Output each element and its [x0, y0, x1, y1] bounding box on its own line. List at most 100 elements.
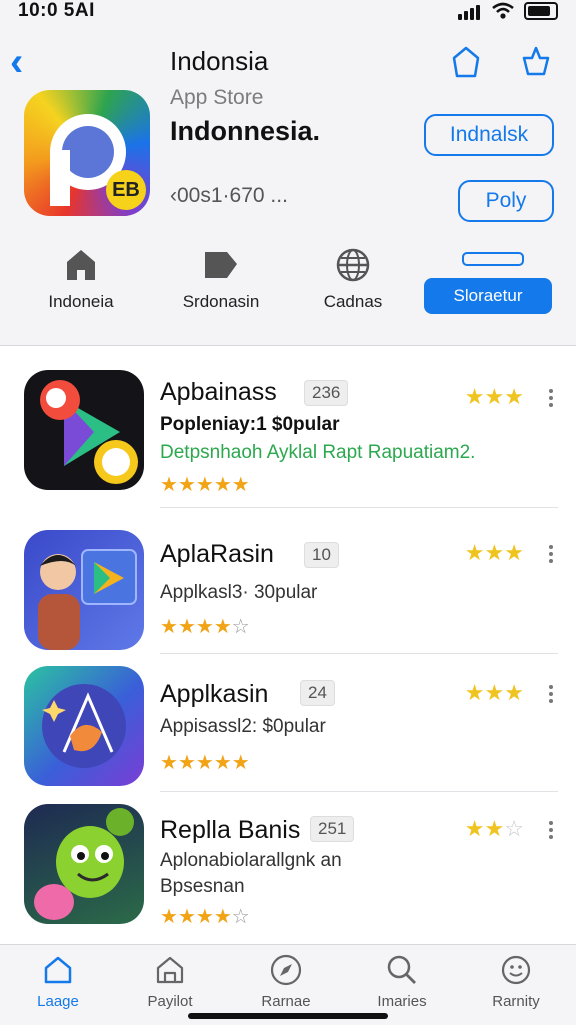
app-row-name: Apbainass — [160, 378, 277, 406]
back-chevron-icon[interactable]: ‹ — [10, 42, 23, 82]
star-icon: ★ — [160, 906, 178, 928]
header-divider — [0, 345, 576, 346]
star-icon: ★ — [484, 384, 505, 409]
star-icon: ★ — [504, 540, 524, 565]
app-row-line2: Bpsesnan — [160, 876, 245, 897]
tab-compass[interactable]: Rarnae — [236, 953, 336, 1010]
secondary-action-button[interactable]: Poly — [458, 180, 554, 222]
app-row-name: AplaRasin — [160, 540, 274, 568]
more-icon[interactable] — [548, 542, 554, 566]
star-icon: ★ — [195, 752, 214, 774]
star-icon: ★ — [195, 906, 214, 928]
star-icon: ★ — [213, 616, 232, 638]
share-icon[interactable] — [518, 44, 554, 80]
signal-icon — [458, 2, 482, 20]
star-icon: ★ — [464, 384, 485, 409]
app-row-line2: Detpsnhaoh Ayklal Rapt Rapuatiam2. — [160, 442, 476, 463]
star-icon: ★ — [464, 816, 485, 841]
more-icon[interactable] — [548, 386, 554, 410]
star-icon: ☆ — [231, 906, 250, 928]
tab-label: Laage — [37, 993, 79, 1010]
star-icon: ★ — [160, 752, 178, 774]
tab-label: Imaries — [377, 993, 427, 1010]
more-icon[interactable] — [548, 682, 554, 706]
category-label: Indoneia — [48, 292, 114, 311]
app-row-icon — [24, 666, 144, 786]
app-row-icon — [24, 530, 144, 650]
rating-stars-right: ★★★ — [465, 680, 524, 706]
app-row-icon — [24, 370, 144, 490]
battery-icon — [524, 2, 558, 20]
rating-stars: ★★★★☆ — [160, 614, 250, 639]
app-row-name: Applkasin — [160, 680, 269, 708]
star-icon: ★ — [213, 906, 232, 928]
app-row-count: 24 — [300, 680, 335, 706]
category-label: Srdonasin — [182, 292, 260, 311]
star-icon: ★ — [464, 680, 485, 705]
app-row-line1: Popleniay:1 $0pular — [160, 414, 340, 435]
face-icon — [466, 953, 566, 987]
star-icon: ★ — [177, 616, 196, 638]
app-row-line1: Aplonabiolarallgnk an — [160, 850, 342, 871]
app-row-name: Replla Banis — [160, 816, 301, 844]
list-item[interactable]: Apbainass 236 Popleniay:1 $0pular Detpsn… — [0, 370, 576, 508]
category-item-4-active[interactable]: Sloraetur — [424, 278, 552, 314]
app-subtitle: App Store — [170, 86, 264, 109]
app-icon-stem — [50, 150, 70, 206]
app-icon-badge: EB — [106, 170, 146, 210]
star-icon: ★ — [484, 816, 505, 841]
status-time: 10:0 5AI — [18, 0, 95, 21]
app-row-line1: Appisassl2: $0pular — [160, 716, 326, 737]
list-item[interactable]: Applkasin 24 Appisassl2: $0pular ★★★★★ ★… — [0, 654, 576, 792]
primary-action-button[interactable]: Indnalsk — [424, 114, 554, 156]
more-icon[interactable] — [548, 818, 554, 842]
list-item[interactable]: AplaRasin 10 Applkasl3· 30pular ★★★★☆ ★★… — [0, 516, 576, 654]
tab-label: Rarnity — [492, 993, 540, 1010]
star-icon: ☆ — [231, 616, 250, 638]
globe-icon — [298, 246, 408, 284]
home-icon — [8, 953, 108, 987]
app-row-line1: Applkasl3· 30pular — [160, 582, 318, 603]
home-indicator — [188, 1013, 388, 1019]
star-icon: ★ — [177, 906, 196, 928]
star-icon: ★ — [177, 474, 196, 496]
star-bookmark-icon[interactable] — [448, 44, 484, 80]
star-icon: ★ — [484, 540, 505, 565]
search-icon — [352, 953, 452, 987]
star-icon: ★ — [195, 616, 214, 638]
app-row-count: 236 — [304, 380, 349, 406]
list-item[interactable]: Replla Banis 251 Aplonabiolarallgnk an B… — [0, 792, 576, 930]
app-meta: ‹00s1·670 ... — [170, 184, 288, 207]
app-row-count: 10 — [304, 542, 339, 568]
row-divider — [160, 507, 558, 508]
status-icons — [458, 2, 558, 20]
category-label: Cadnas — [323, 292, 383, 311]
tab-home[interactable]: Laage — [8, 953, 108, 1010]
wifi-icon — [492, 2, 514, 19]
store-icon — [120, 953, 220, 987]
tab-label: Rarnae — [261, 993, 311, 1010]
tab-store[interactable]: Payilot — [120, 953, 220, 1010]
rating-stars: ★★★★★ — [160, 750, 250, 775]
category-item-1[interactable]: Indoneia — [26, 246, 136, 312]
rating-stars: ★★★★★ — [160, 472, 250, 497]
house-icon — [26, 246, 136, 284]
star-icon: ★ — [464, 540, 485, 565]
rating-stars-right: ★★☆ — [465, 816, 524, 842]
star-icon: ★ — [213, 752, 232, 774]
category-item-2[interactable]: Srdonasin — [166, 246, 276, 312]
star-icon: ★ — [213, 474, 232, 496]
app-row-icon — [24, 804, 144, 924]
nav-title: Indonsia — [170, 46, 269, 76]
rating-stars: ★★★★☆ — [160, 904, 250, 929]
tab-search[interactable]: Imaries — [352, 953, 452, 1010]
app-icon[interactable]: EB — [24, 90, 150, 216]
tag-icon — [166, 246, 276, 284]
star-icon: ★ — [160, 616, 178, 638]
star-icon: ★ — [177, 752, 196, 774]
app-row-count: 251 — [310, 816, 355, 842]
app-name: Indonnesia. — [170, 116, 321, 146]
tab-community[interactable]: Rarnity — [466, 953, 566, 1010]
toggle-icon — [462, 252, 524, 266]
category-item-3[interactable]: Cadnas — [298, 246, 408, 312]
